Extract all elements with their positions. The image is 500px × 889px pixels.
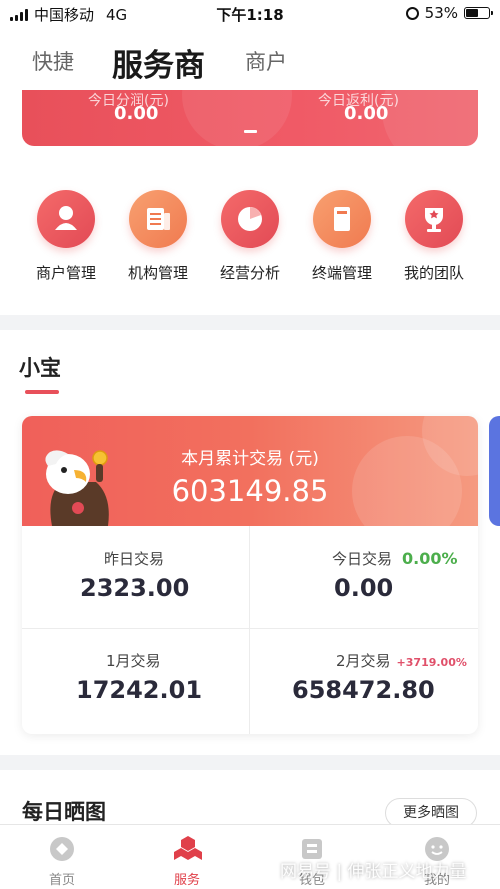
eagle-mascot-icon xyxy=(45,450,109,526)
merchant-icon xyxy=(37,190,95,248)
card-header: 本月累计交易 (元) 603149.85 xyxy=(22,416,478,546)
change-percent: +3719.00% xyxy=(396,656,467,669)
january-transaction: 1月交易 17242.01 xyxy=(22,628,250,730)
section-title: 小宝 xyxy=(19,356,61,380)
terminal-icon xyxy=(313,190,371,248)
tab-home[interactable]: 首页 xyxy=(12,825,112,888)
pie-chart-icon xyxy=(221,190,279,248)
february-transaction: 2月交易 +3719.00% 658472.80 xyxy=(250,628,478,730)
status-bar: 中国移动 4G 下午1:18 53% xyxy=(0,0,500,28)
menu-label: 商户管理 xyxy=(35,264,96,282)
battery-percent: 53% xyxy=(424,4,458,22)
profit-banner[interactable]: 今日分润(元) 0.00 今日返利(元) 0.00 xyxy=(22,90,478,146)
tab-merchant[interactable]: 商户 xyxy=(245,46,287,76)
menu-merchant-management[interactable]: 商户管理 xyxy=(21,190,111,283)
carousel-indicator xyxy=(244,130,257,133)
cell-value: 17242.01 xyxy=(76,676,203,704)
daily-share-section: 每日晒图 更多晒图 xyxy=(0,770,500,830)
cell-label: 昨日交易 xyxy=(104,550,165,568)
menu-label: 我的团队 xyxy=(403,264,464,282)
trophy-icon xyxy=(405,190,463,248)
menu-terminal-management[interactable]: 终端管理 xyxy=(297,190,387,283)
yesterday-transaction: 昨日交易 2323.00 xyxy=(22,526,250,628)
menu-label: 终端管理 xyxy=(311,264,372,282)
today-transaction: 今日交易 0.00% 0.00 xyxy=(250,526,478,628)
divider xyxy=(22,628,478,629)
product-section: 小宝 本月累计交易 (元) 603149.85 昨日交易 2323.00 今日交… xyxy=(0,330,500,755)
change-percent: 0.00% xyxy=(402,549,458,568)
menu-label: 机构管理 xyxy=(127,264,188,282)
alarm-icon xyxy=(405,6,419,20)
menu-business-analysis[interactable]: 经营分析 xyxy=(205,190,295,283)
cell-label: 1月交易 xyxy=(106,652,161,670)
top-section: 今日分润(元) 0.00 今日返利(元) 0.00 商户管理 机构管理 经营分析… xyxy=(0,90,500,315)
service-icon xyxy=(173,835,202,863)
battery-icon xyxy=(464,7,493,19)
transaction-card[interactable]: 本月累计交易 (元) 603149.85 昨日交易 2323.00 今日交易 0.… xyxy=(22,416,478,734)
home-icon xyxy=(48,835,76,863)
menu-my-team[interactable]: 我的团队 xyxy=(389,190,479,283)
tab-service-provider[interactable]: 服务商 xyxy=(112,40,205,85)
tab-quick[interactable]: 快捷 xyxy=(32,46,74,76)
menu-institution-management[interactable]: 机构管理 xyxy=(113,190,203,283)
cell-value: 0.00 xyxy=(334,574,394,602)
cell-label: 今日交易 xyxy=(332,550,393,568)
today-profit-value: 0.00 xyxy=(114,103,159,124)
cell-label: 2月交易 xyxy=(336,652,391,670)
tab-service[interactable]: 服务 xyxy=(137,825,237,888)
section-title-underline xyxy=(25,390,59,394)
tab-label: 首页 xyxy=(48,873,75,888)
cell-value: 2323.00 xyxy=(80,574,190,602)
watermark: 网易号 | 伸张正义地力量 xyxy=(280,862,467,882)
daily-share-title: 每日晒图 xyxy=(22,800,106,824)
next-card-peek[interactable] xyxy=(489,416,500,526)
header-tabs: 快捷 服务商 商户 xyxy=(0,28,500,90)
today-rebate-value: 0.00 xyxy=(344,103,389,124)
divider xyxy=(249,526,250,734)
institution-icon xyxy=(129,190,187,248)
menu-label: 经营分析 xyxy=(219,264,280,282)
cell-value: 658472.80 xyxy=(292,676,435,704)
tab-label: 服务 xyxy=(173,873,200,888)
